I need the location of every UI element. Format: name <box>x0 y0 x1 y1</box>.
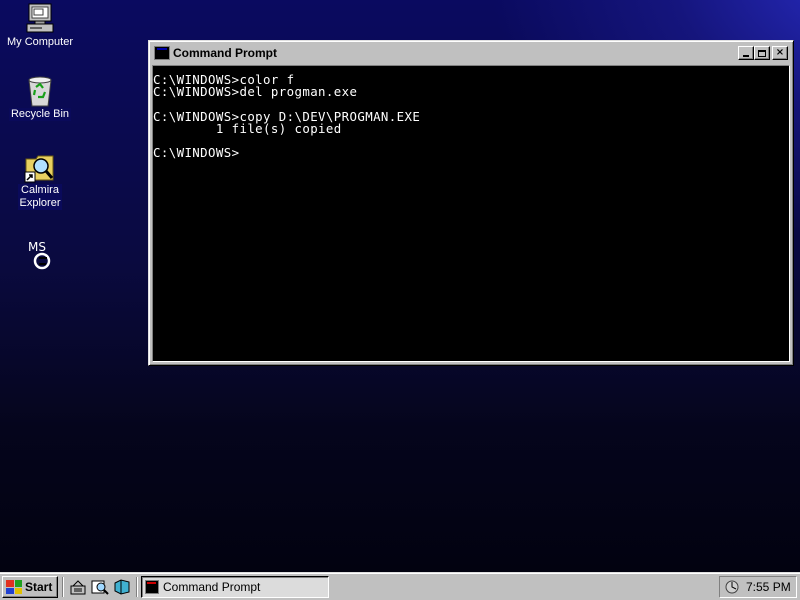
desktop-icon-recycle-bin[interactable]: Recycle Bin <box>3 74 77 121</box>
console-line: C:\WINDOWS>del progman.exe <box>153 84 358 100</box>
console-line: 1 file(s) copied <box>153 120 342 136</box>
msdos-icon-text: MS <box>28 240 46 254</box>
console-app-icon <box>145 580 159 594</box>
minimize-button[interactable] <box>738 46 754 60</box>
desktop-icon-my-computer[interactable]: My Computer <box>3 2 77 49</box>
taskbar-separator <box>62 577 64 597</box>
taskbar: Start Command Prompt 7:55 PM <box>0 572 800 600</box>
system-tray: 7:55 PM <box>719 576 797 598</box>
window-title: Command Prompt <box>173 46 278 60</box>
computer-icon <box>26 3 54 33</box>
find-icon[interactable] <box>91 578 109 596</box>
maximize-button[interactable] <box>754 46 770 60</box>
console-output[interactable]: C:\WINDOWS>color f C:\WINDOWS>del progma… <box>152 65 790 362</box>
taskbar-button-command-prompt[interactable]: Command Prompt <box>141 576 329 598</box>
taskbar-separator <box>136 577 138 597</box>
minimize-icon <box>743 55 749 57</box>
windows-logo-icon <box>6 580 22 594</box>
desktop-icon-label: Calmira Explorer <box>17 184 63 210</box>
clock[interactable]: 7:55 PM <box>746 580 791 594</box>
desktop: My Computer Recycle Bin Calmira Explorer… <box>0 0 800 572</box>
start-label: Start <box>25 580 53 594</box>
system-tray-icon[interactable] <box>724 579 740 595</box>
internet-icon[interactable] <box>69 578 87 596</box>
start-button[interactable]: Start <box>2 576 58 598</box>
desktop-icon-label: My Computer <box>4 36 76 49</box>
close-button[interactable]: × <box>772 46 788 60</box>
explorer-shortcut-icon <box>24 155 54 183</box>
close-icon: × <box>775 47 785 58</box>
console-app-icon[interactable] <box>154 46 170 60</box>
desktop-icon-calmira-explorer[interactable]: Calmira Explorer <box>3 150 77 210</box>
desktop-icon-msdos[interactable]: MS <box>3 238 77 284</box>
title-bar[interactable]: Command Prompt × <box>152 44 790 62</box>
command-prompt-window[interactable]: Command Prompt × C:\WINDOWS>color f C:\W… <box>148 40 794 366</box>
console-prompt-line: C:\WINDOWS> <box>153 145 240 161</box>
file-manager-icon[interactable] <box>113 578 131 596</box>
taskbar-button-label: Command Prompt <box>163 580 261 594</box>
msdos-icon: MS <box>28 240 51 270</box>
recycle-bin-icon <box>28 76 52 107</box>
desktop-icon-label: Recycle Bin <box>8 108 72 121</box>
maximize-icon <box>758 49 766 57</box>
